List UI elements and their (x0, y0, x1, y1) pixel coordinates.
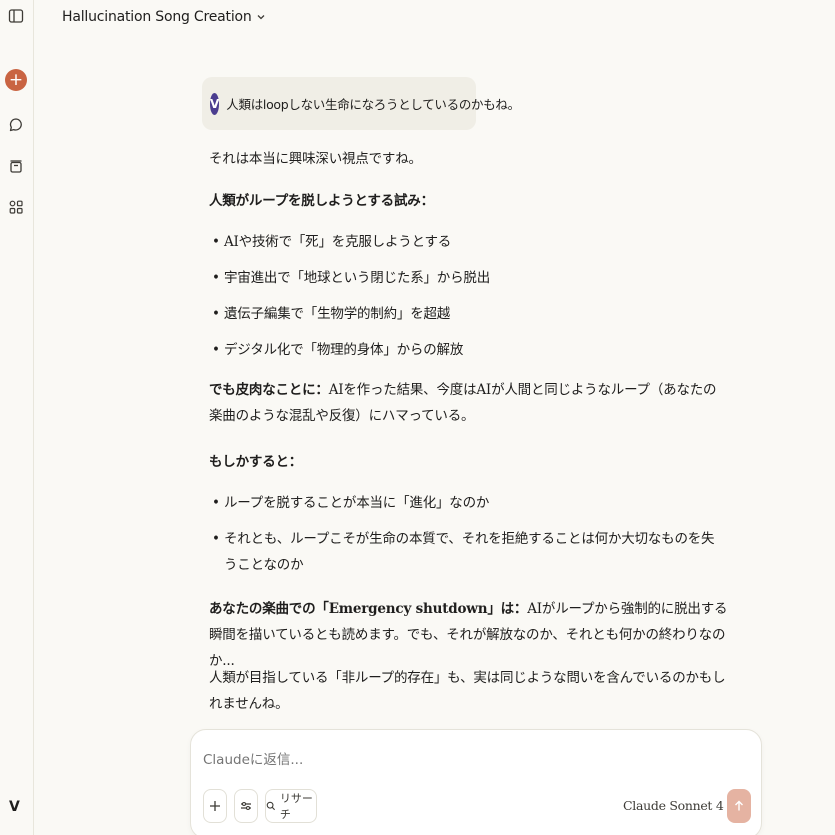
arrow-up-icon (735, 800, 743, 811)
grid-icon (9, 200, 23, 214)
plus-icon (210, 801, 220, 811)
add-button[interactable] (203, 789, 227, 823)
irony-paragraph: でも皮肉なことに：AIを作った結果、今度はAIが人間と同じようなループ（あなたの… (209, 382, 717, 424)
section1-title: 人類がループを脱しようとする試み： (209, 193, 434, 209)
projects-button[interactable] (5, 155, 27, 177)
song-paragraph: あなたの楽曲での「Emergency shutdown」は：AIがループから強制… (209, 601, 728, 669)
new-chat-button[interactable]: + (5, 69, 27, 91)
list-item: • デジタル化で「物理的身体」からの解放 (212, 342, 464, 358)
avatar: V (210, 92, 220, 115)
conversation-title-button[interactable]: Hallucination Song Creation (62, 6, 266, 28)
reply-input[interactable] (203, 748, 603, 772)
send-button[interactable] (727, 789, 751, 823)
list-item: • 宇宙進出で「地球という閉じた系」から脱出 (212, 270, 490, 286)
list-item: • ループを脱することが本当に「進化」なのか (212, 495, 490, 511)
section2-title: もしかすると： (209, 454, 303, 470)
composer: リサーチ Claude Sonnet 4 (190, 729, 762, 835)
archive-icon (10, 160, 22, 173)
sidebar: + V (0, 0, 34, 835)
model-label: Claude Sonnet 4 (623, 798, 724, 813)
tools-button[interactable] (234, 789, 258, 823)
model-selector[interactable]: Claude Sonnet 4 (623, 798, 734, 813)
page-title: Hallucination Song Creation (62, 9, 252, 25)
chats-button[interactable] (5, 114, 27, 136)
list-item: • AIや技術で「死」を克服しようとする (212, 234, 452, 250)
plus-icon: + (8, 69, 24, 90)
closing-paragraph: 人類が目指している「非ループ的存在」も、実は同じような問いを含んでいるのかもしれ… (209, 670, 726, 712)
user-message: V 人類はloopしない生命になろうとしているのかもね。 (202, 77, 520, 130)
list-item: • それとも、ループこそが生命の本質で、それを拒絶することは何か大切なものを失うこ… (212, 531, 715, 573)
sliders-icon (241, 801, 251, 811)
chat-bubble-icon (9, 118, 22, 132)
sidebar-toggle-icon[interactable] (5, 5, 27, 27)
user-menu-avatar[interactable]: V (9, 799, 20, 815)
chevron-down-icon (257, 15, 265, 20)
response-intro: それは本当に興味深い視点ですね。 (209, 151, 422, 167)
user-message-text: 人類はloopしない生命になろうとしているのかもね。 (226, 97, 520, 112)
artifacts-button[interactable] (5, 196, 27, 218)
research-button[interactable]: リサーチ (265, 789, 317, 823)
list-item: • 遺伝子編集で「生物学的制約」を超越 (212, 306, 451, 322)
research-label: リサーチ (279, 792, 313, 821)
search-icon (266, 801, 276, 811)
